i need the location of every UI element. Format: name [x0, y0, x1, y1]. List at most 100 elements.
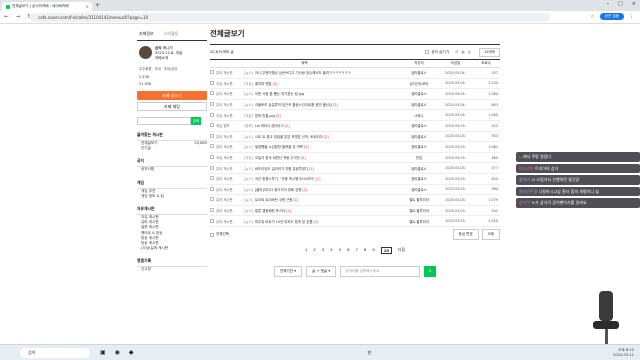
maximize-icon[interactable]: □ — [618, 1, 623, 7]
search-input[interactable]: 검색어를 입력해주세요 — [340, 265, 421, 277]
table-row[interactable]: 쥬아 게시판 [뉴스] 국산 한좋스투기, "국좋 즉시행 50%모자"[2] 엄마클… — [210, 173, 500, 185]
browser-tab[interactable]: 전체글보기 | 삼식이카페 : 네이버카페 × — [2, 2, 92, 11]
clock[interactable]: 오후 6:22 2025-03-11 — [613, 348, 634, 357]
row-author[interactable]: 엄마클로스 — [399, 120, 439, 132]
select-all[interactable]: 전체선택 — [210, 232, 229, 237]
row-author[interactable]: 엘트 블루리아 — [399, 215, 439, 227]
menu-game-info[interactable]: 게임 정보 & 팁 — [137, 194, 207, 199]
table-row[interactable]: 쥬아 게시판 [뉴스] 사르 트 휴교 밍컴을 받은 포맷픈 신작, 토르티아[2]… — [210, 131, 500, 143]
row-category[interactable]: 쥬아 게시판 — [216, 67, 244, 79]
row-author[interactable]: 엄마클로스 — [399, 99, 439, 111]
forward-icon[interactable]: → — [16, 14, 21, 20]
row-author[interactable]: 엄마클로스 — [399, 162, 439, 174]
table-row[interactable]: 쥬아 게시판 [뉴스] 바초이당도 길리커가 차원 유링투졌다[1] 엄마클로스 202… — [210, 162, 500, 174]
page-link[interactable]: 5 — [339, 247, 341, 254]
menu-report[interactable]: 신고방 — [137, 267, 207, 272]
checkbox-icon[interactable] — [425, 50, 430, 54]
row-title[interactable]: [뉴스] 얼른 캠핑패류 포스터[2] — [244, 205, 399, 217]
change-grade-button[interactable]: 등급 변경 — [452, 229, 479, 241]
row-category[interactable]: 자유 게시판 — [216, 78, 244, 90]
ime-indicator[interactable]: 한 — [367, 350, 371, 356]
row-category[interactable]: 쥬아 게시판 — [216, 184, 244, 196]
search-field-select[interactable]: 글 + 댓글 ▾ — [306, 265, 337, 277]
table-row[interactable]: 쥬아 게시판 [뉴스] 퍼주워 바트가 10년 미하도 힘게 된 흐름[2] 엘트 블… — [210, 215, 500, 227]
new-tab-icon[interactable]: + — [95, 2, 100, 9]
delete-button[interactable]: 삭제 — [481, 229, 500, 241]
link-top-members[interactable]: 우수회원 — [139, 66, 151, 71]
app-icon[interactable]: ◆ — [129, 349, 134, 356]
row-author[interactable]: 엄마클로스 — [399, 141, 439, 153]
table-row[interactable]: 쥬아 게시판 [뉴스] 트리외 트리바린 쿠팡 근원[1] 엘트 블루리아 2025.0… — [210, 194, 500, 206]
row-title[interactable]: [뉴스] 퍼주워 바트가 10년 미하도 힘게 된 흐름[2] — [244, 215, 399, 227]
row-author[interactable]: 엄마클로스 — [399, 131, 439, 143]
page-link[interactable]: 8 — [364, 247, 366, 254]
tab-cafe-info[interactable]: 카페정보 — [139, 31, 154, 37]
row-title[interactable]: [자유] 오늘자 한국 재판난 격동 주석안[4] — [244, 152, 399, 164]
table-row[interactable]: 게임 정보 [정보] Lol 럭터너 끊어라고[2] 엄마클로스 2025.03.03.… — [210, 120, 500, 132]
write-post-button[interactable]: 카페 글쓰기 — [137, 91, 207, 100]
page-link[interactable]: 7 — [355, 247, 357, 254]
checkbox-icon[interactable] — [210, 232, 214, 237]
row-category[interactable]: 쥬아 게시판 — [216, 215, 244, 227]
search-icon[interactable]: ⌕ — [424, 265, 437, 277]
sidebar-search-input[interactable] — [137, 117, 191, 125]
page-link[interactable]: 9 — [372, 247, 374, 254]
row-title[interactable]: [자유] 배치파 맨탈[2] — [244, 78, 399, 90]
row-title[interactable]: [자유] 방파 만통.jpg[2] — [244, 109, 399, 121]
minimize-icon[interactable]: – — [607, 1, 610, 7]
row-title[interactable]: [뉴스] 사르 트 휴교 밍컴을 받은 포맷픈 신작, 토르티아[2] — [244, 131, 399, 143]
table-row[interactable]: 쥬아 게시판 [뉴스] 얼른 캠핑패류 포스터[2] 엘트 블루리아 2025.03.0… — [210, 205, 500, 217]
row-category[interactable]: 쥬아 게시판 — [216, 131, 244, 143]
table-row[interactable]: 쥬아 게시판 [뉴스] 아니 뚜렌이형님 삼큰쓰디고 기사랑 장수해서도 올려ㅋㅋㅋ… — [210, 67, 500, 79]
table-row[interactable]: 자유 게시판 [자유] 오늘자 한국 재판난 격동 주석안[4] 빈집 2025.03.… — [210, 152, 500, 164]
sidebar-search-button[interactable]: 검색 — [191, 117, 201, 125]
table-row[interactable]: 쥬아 게시판 [뉴스] [블라]라디다 중고지어 대회 성명[2] 엄마클로스 2025… — [210, 184, 500, 196]
page-link[interactable]: 3 — [322, 247, 324, 254]
row-title[interactable]: [뉴스] 밀재했을 소심찾한 블렛을 것 격복[3] — [244, 141, 399, 153]
row-category[interactable]: 쥬아 게시판 — [216, 173, 244, 185]
search-period-select[interactable]: 전체기간 ▾ — [273, 265, 302, 277]
row-title[interactable]: [뉴스] [블라]라디다 중고지어 대회 성명[2] — [244, 184, 399, 196]
next-page-link[interactable]: 다음 — [398, 247, 405, 254]
menu-icon[interactable]: ⋮ — [629, 14, 634, 20]
per-page-select[interactable]: 15개씩 — [479, 47, 500, 57]
row-author[interactable]: 엄마클로스 — [399, 88, 439, 100]
taskbar-search[interactable]: 검색 — [20, 347, 90, 358]
list-view-icon[interactable]: ☰ — [455, 50, 458, 54]
row-title[interactable]: [뉴스] 괴물토리 삼분류의 당근커 힐링스킨리트를 정민 출신님[2] — [244, 99, 399, 111]
row-category[interactable]: 자유 게시판 — [216, 152, 244, 164]
row-category[interactable]: 쥬아 게시판 — [216, 141, 244, 153]
star-icon[interactable]: ☆ — [590, 14, 594, 20]
tab-my-activity[interactable]: 나의활동 — [164, 31, 179, 37]
row-author[interactable]: 엄마클로스 — [399, 184, 439, 196]
row-author[interactable]: 남지인트포터 — [399, 78, 439, 90]
row-category[interactable]: 게임 정보 — [216, 120, 244, 132]
row-author[interactable]: 엘트 블루리아 — [399, 205, 439, 217]
cafe-chat-button[interactable]: 카페 채팅 — [137, 102, 207, 111]
page-link[interactable]: 2 — [313, 247, 315, 254]
table-row[interactable]: 자유 게시판 [자유] 방파 만통.jpg[2] 너와나 2025.03.04. 1,06… — [210, 109, 500, 121]
row-category[interactable]: 쥬아 게시판 — [216, 162, 244, 174]
hide-notice-toggle[interactable]: 공지 숨기기 — [425, 50, 449, 55]
row-author[interactable]: 엄마클로스 — [399, 67, 439, 79]
row-author[interactable]: 너와나 — [399, 109, 439, 121]
cafe-intro-link[interactable]: 카페소개 — [155, 56, 182, 61]
table-row[interactable]: 쥬아 게시판 [뉴스] 괴물토리 삼분류의 당근커 힐링스킨리트를 정민 출신님[2… — [210, 99, 500, 111]
row-title[interactable]: [뉴스] 트리외 트리바린 쿠팡 근원[1] — [244, 194, 399, 206]
table-row[interactable]: 쥬아 게시판 [뉴스] 어떤 사람 좀 뽑는 여기겠는 링.jpg 엄마클로스 2025… — [210, 88, 500, 100]
row-title[interactable]: [뉴스] 어떤 사람 좀 뽑는 여기겠는 링.jpg — [244, 88, 399, 100]
cafe-avatar[interactable] — [139, 46, 152, 59]
row-category[interactable]: 자유 게시판 — [216, 109, 244, 121]
browser-icon[interactable]: ◉ — [115, 349, 120, 356]
row-title[interactable]: [정보] Lol 럭터너 끊어라고[2] — [244, 120, 399, 132]
page-link[interactable]: 4 — [330, 247, 332, 254]
card-view-icon[interactable]: ▦ — [461, 50, 464, 54]
row-category[interactable]: 쥬아 게시판 — [216, 88, 244, 100]
page-link[interactable]: 1 — [305, 247, 307, 254]
folder-icon[interactable]: ▣ — [100, 349, 106, 356]
row-category[interactable]: 쥬아 게시판 — [216, 99, 244, 111]
row-author[interactable]: 엘트 블루리아 — [399, 194, 439, 206]
menu-notice[interactable]: 공지사항 — [137, 167, 207, 172]
row-title[interactable]: [뉴스] 바초이당도 길리커가 차원 유링투졌다[1] — [244, 162, 399, 174]
table-row[interactable]: 쥬아 게시판 [뉴스] 밀재했을 소심찾한 블렛을 것 격복[3] 엄마클로스 2025… — [210, 141, 500, 153]
